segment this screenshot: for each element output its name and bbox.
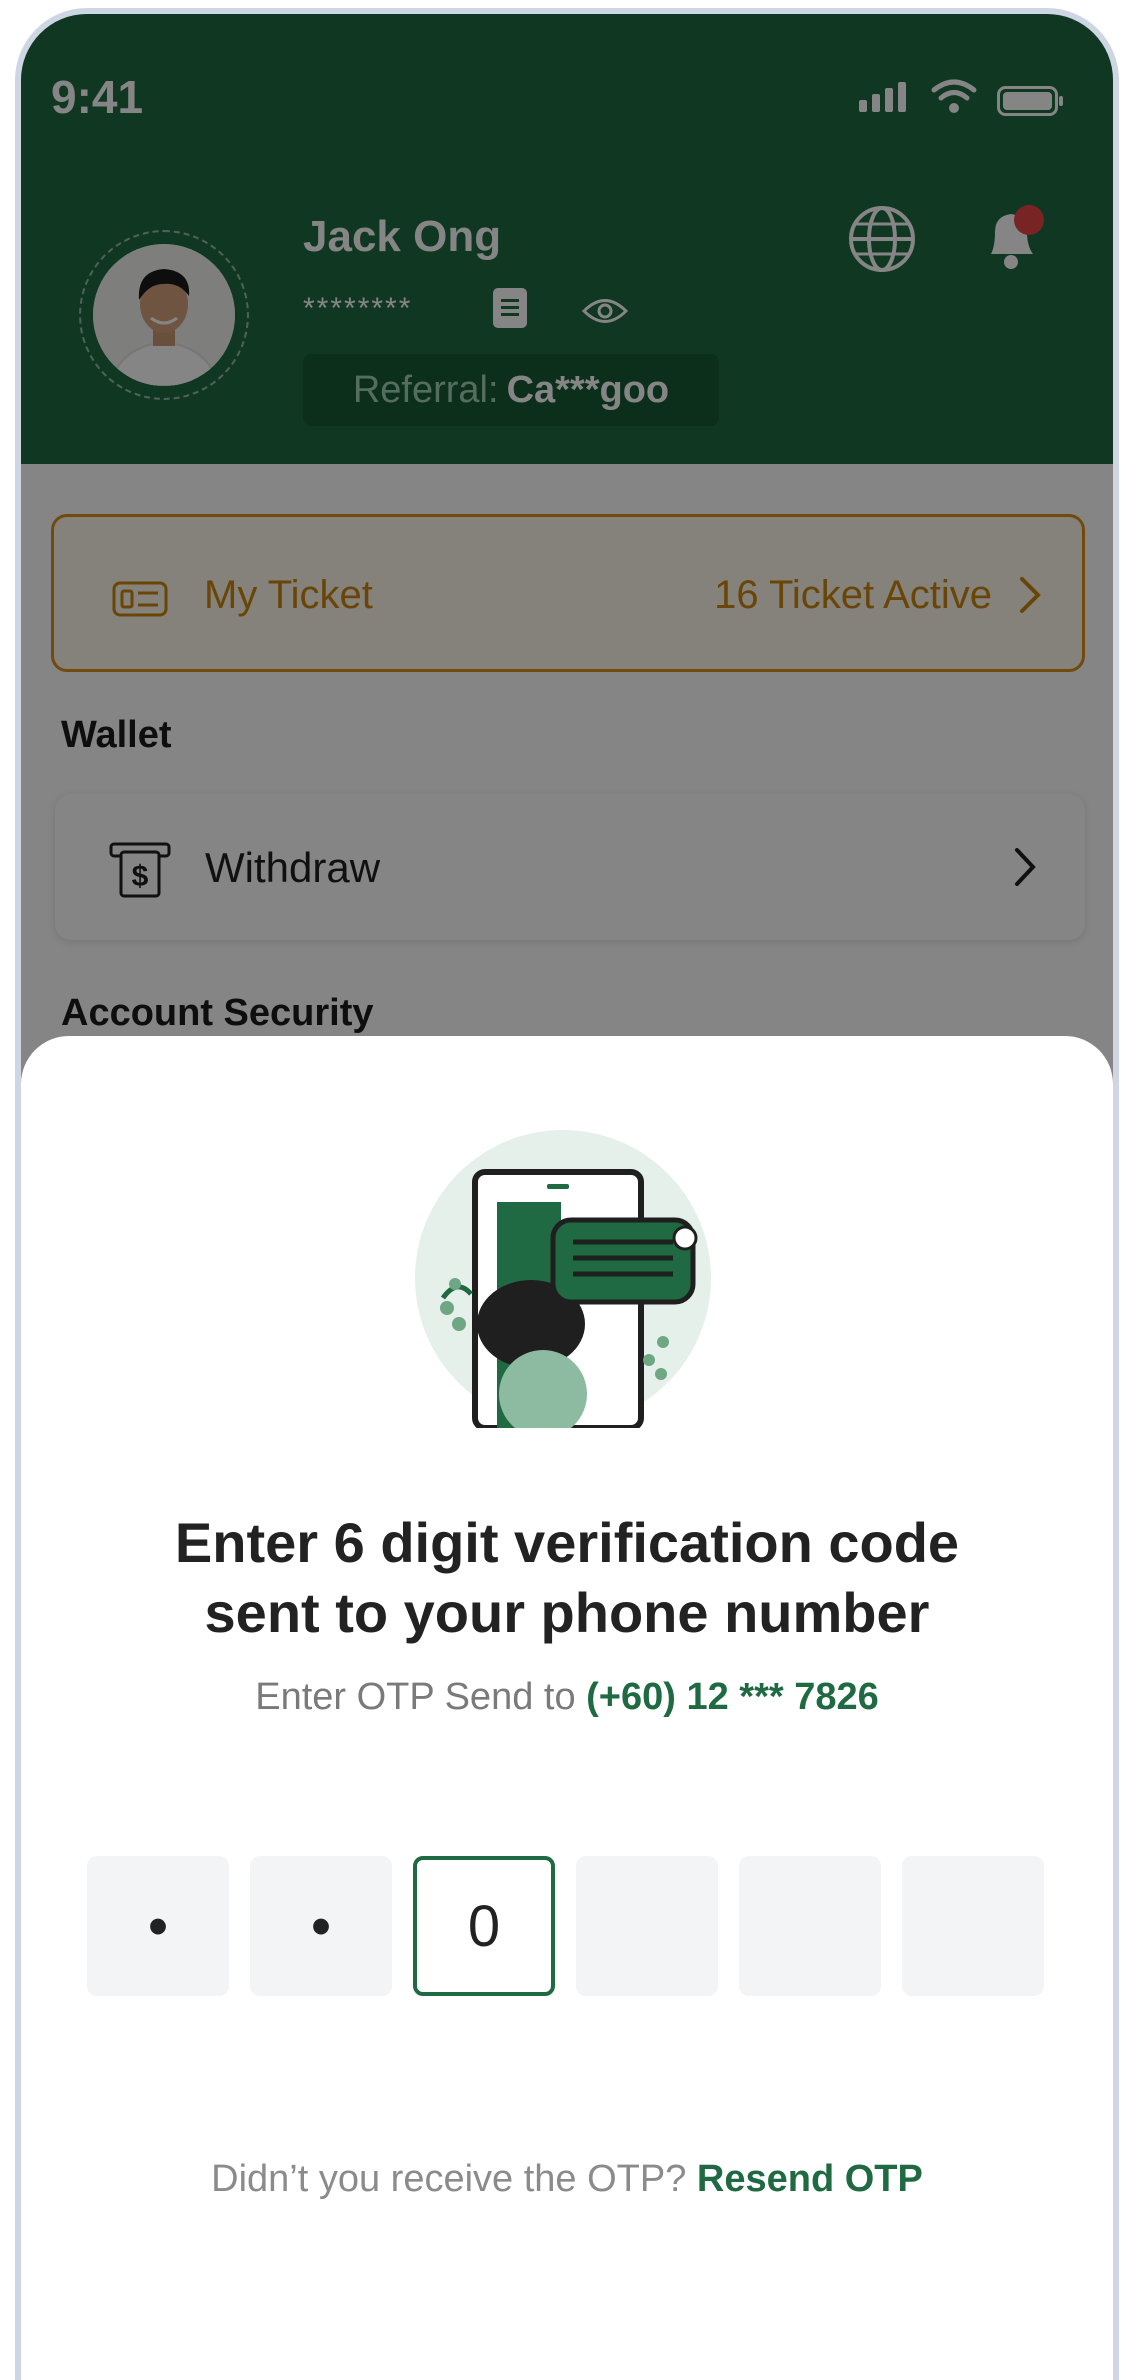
otp-digit-6[interactable] xyxy=(902,1856,1044,1996)
otp-phone-number: (+60) 12 *** 7826 xyxy=(586,1676,879,1718)
resend-prompt: Didn’t you receive the OTP? xyxy=(211,2158,687,2200)
otp-digit-4[interactable] xyxy=(576,1856,718,1996)
otp-input-row: • • 0 xyxy=(87,1856,1044,1996)
otp-digit-3[interactable]: 0 xyxy=(413,1856,555,1996)
resend-otp-link[interactable]: Resend OTP xyxy=(697,2158,923,2200)
otp-subtitle: Enter OTP Send to (+60) 12 *** 7826 xyxy=(21,1676,1113,1719)
otp-digit-5[interactable] xyxy=(739,1856,881,1996)
phone-frame: 9:41 Jack Ong ******** Referral: Ca***go… xyxy=(15,8,1119,2380)
otp-subtitle-prefix: Enter OTP Send to xyxy=(255,1676,576,1718)
resend-otp-row: Didn’t you receive the OTP? Resend OTP xyxy=(21,2158,1113,2201)
otp-title: Enter 6 digit verification code sent to … xyxy=(21,1508,1113,1648)
otp-digit-1[interactable]: • xyxy=(87,1856,229,1996)
otp-bottom-sheet: Enter 6 digit verification code sent to … xyxy=(21,1036,1113,2380)
phone-message-illustration xyxy=(415,1130,711,1428)
otp-digit-2[interactable]: • xyxy=(250,1856,392,1996)
otp-title-line2: sent to your phone number xyxy=(204,1581,930,1644)
otp-title-line1: Enter 6 digit verification code xyxy=(174,1511,960,1574)
